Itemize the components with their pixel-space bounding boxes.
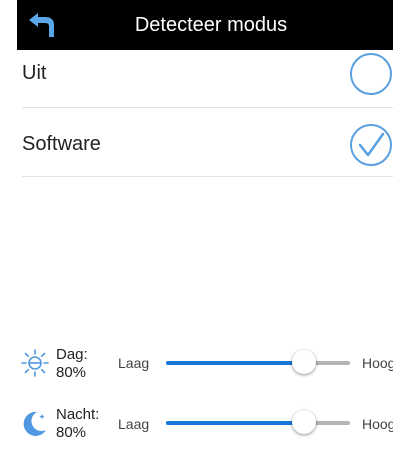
night-label: Nacht: [56, 406, 100, 423]
radio-circle-icon[interactable] [348, 52, 392, 96]
divider [22, 176, 393, 177]
night-sensitivity-row: Nacht: 80% Laag Hoog [0, 402, 393, 452]
night-high-label: Hoog [362, 416, 393, 432]
day-slider-thumb[interactable] [292, 350, 316, 374]
day-high-label: Hoog [362, 355, 393, 371]
sun-icon [21, 349, 49, 377]
day-slider[interactable] [166, 350, 350, 374]
day-percent: 80% [56, 364, 87, 381]
night-percent: 80% [56, 424, 87, 441]
night-slider[interactable] [166, 410, 350, 434]
mode-option-uit[interactable]: Uit [0, 38, 393, 108]
checkmark-circle-icon[interactable] [348, 123, 392, 167]
day-sensitivity-row: Dag: 80% Laag Hoog [0, 342, 393, 392]
day-low-label: Laag [118, 355, 150, 371]
moon-icon [23, 411, 46, 436]
night-slider-thumb[interactable] [292, 410, 316, 434]
night-slider-fill [166, 421, 304, 425]
night-low-label: Laag [118, 416, 150, 432]
day-slider-fill [166, 361, 304, 365]
divider [22, 107, 393, 108]
mode-label-software: Software [22, 133, 101, 155]
mode-label-uit: Uit [22, 62, 47, 84]
mode-option-software[interactable]: Software [0, 109, 393, 179]
day-label: Dag: [56, 346, 88, 363]
